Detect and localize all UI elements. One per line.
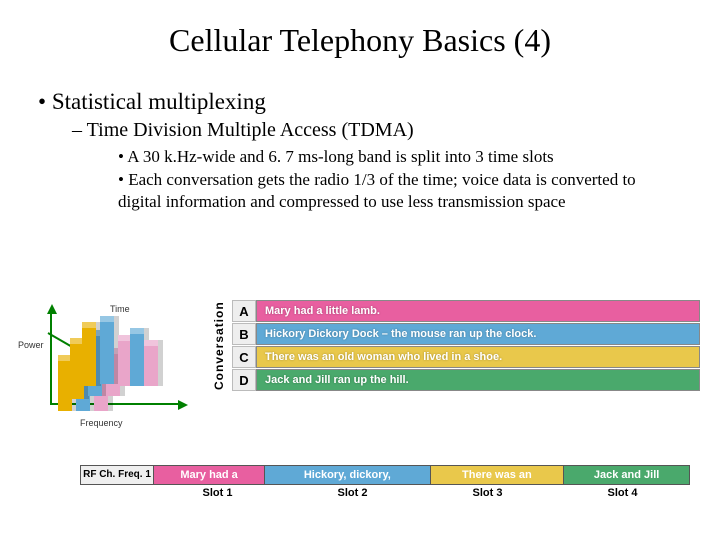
axis-frequency-label: Frequency bbox=[80, 418, 123, 428]
slot-cell-3: There was an bbox=[430, 466, 564, 485]
axis-time-label: Time bbox=[110, 304, 130, 314]
conversation-side-label: Conversation bbox=[212, 300, 230, 392]
conversation-row-a: A Mary had a little lamb. bbox=[232, 300, 700, 322]
slot-cell-1: Mary had a bbox=[154, 466, 265, 485]
conversation-table: Conversation A Mary had a little lamb. B… bbox=[232, 300, 700, 430]
row-bar: Hickory Dickory Dock – the mouse ran up … bbox=[256, 323, 700, 345]
bullet-l1: Statistical multiplexing bbox=[38, 89, 720, 115]
bullet-l3b: Each conversation gets the radio 1/3 of … bbox=[118, 169, 670, 212]
row-letter: D bbox=[232, 369, 256, 391]
figure-row: Power Time Frequency Conversation bbox=[20, 300, 700, 430]
row-bar: Mary had a little lamb. bbox=[256, 300, 700, 322]
bullet-l3a: A 30 k.Hz-wide and 6. 7 ms-long band is … bbox=[118, 146, 670, 167]
slots-header: RF Ch. Freq. 1 bbox=[81, 466, 154, 485]
row-letter: A bbox=[232, 300, 256, 322]
conversation-row-d: D Jack and Jill ran up the hill. bbox=[232, 369, 700, 391]
bullet-l2: Time Division Multiple Access (TDMA) bbox=[72, 119, 720, 142]
slot-label-4: Slot 4 bbox=[555, 485, 690, 499]
conversation-rows: Conversation A Mary had a little lamb. B… bbox=[232, 300, 700, 391]
row-bar: Jack and Jill ran up the hill. bbox=[256, 369, 700, 391]
slot-cell-2: Hickory, dickory, bbox=[265, 466, 430, 485]
slide: Cellular Telephony Basics (4) Statistica… bbox=[0, 0, 720, 540]
conversation-row-c: C There was an old woman who lived in a … bbox=[232, 346, 700, 368]
conversation-row-b: B Hickory Dickory Dock – the mouse ran u… bbox=[232, 323, 700, 345]
slot-labels: Slot 1 Slot 2 Slot 3 Slot 4 bbox=[150, 485, 690, 499]
slot-label-3: Slot 3 bbox=[420, 485, 555, 499]
slots-table: RF Ch. Freq. 1 Mary had a Hickory, dicko… bbox=[80, 465, 690, 499]
slide-title: Cellular Telephony Basics (4) bbox=[0, 0, 720, 59]
slot-label-1: Slot 1 bbox=[150, 485, 285, 499]
tdma-3d-diagram: Power Time Frequency bbox=[20, 300, 220, 430]
slot-cell-4: Jack and Jill bbox=[564, 466, 690, 485]
row-letter: B bbox=[232, 323, 256, 345]
axis-power-label: Power bbox=[18, 340, 44, 350]
row-letter: C bbox=[232, 346, 256, 368]
row-bar: There was an old woman who lived in a sh… bbox=[256, 346, 700, 368]
slot-label-2: Slot 2 bbox=[285, 485, 420, 499]
